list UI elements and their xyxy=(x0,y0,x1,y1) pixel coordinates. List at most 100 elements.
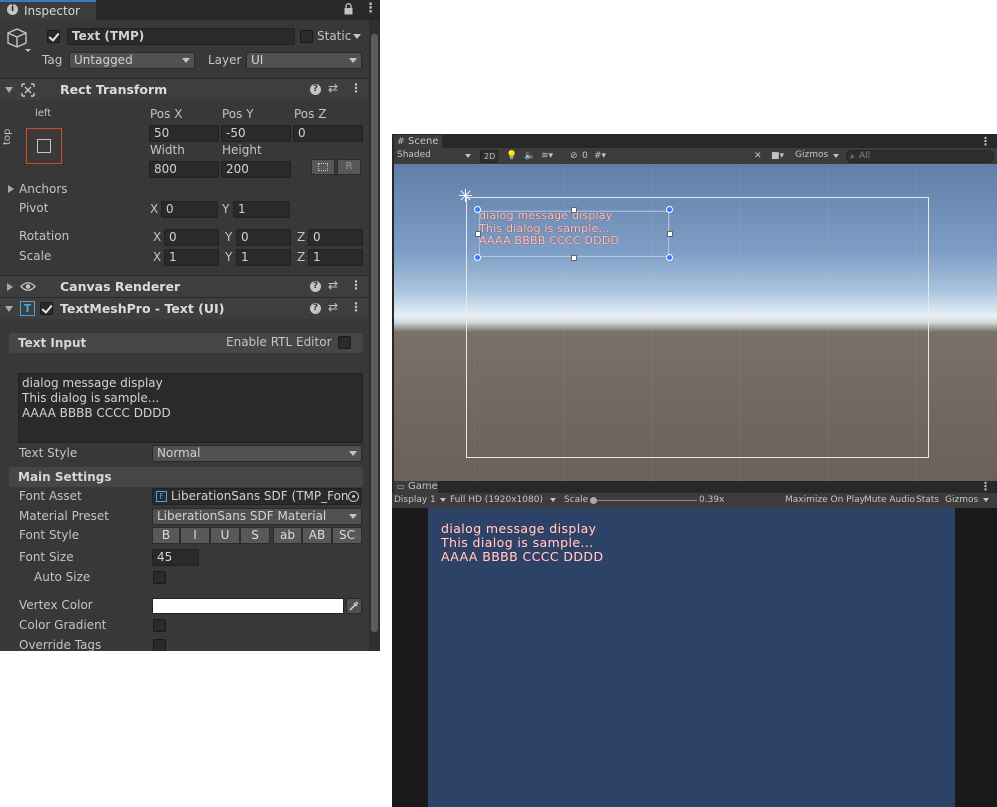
edge-handle[interactable] xyxy=(667,231,673,237)
stats-toggle[interactable]: Stats xyxy=(916,493,939,507)
more-menu-icon[interactable]: ⋮ xyxy=(350,81,362,95)
scale-y-field[interactable]: 1 xyxy=(236,249,291,266)
display-dropdown[interactable]: Display 1 xyxy=(394,493,446,507)
hidden-objects-icon[interactable]: ⊘ xyxy=(570,149,578,163)
pos-z-field[interactable]: 0 xyxy=(293,125,363,142)
camera-icon[interactable]: ■▾ xyxy=(771,149,784,163)
override-tags-checkbox[interactable] xyxy=(153,639,166,651)
bold-button[interactable]: B xyxy=(152,527,180,544)
pivot-x-field[interactable]: 0 xyxy=(161,201,218,218)
text-style-dropdown[interactable]: Normal xyxy=(152,445,362,462)
resolution-dropdown[interactable]: Full HD (1920x1080) xyxy=(450,493,556,507)
tmp-enabled-checkbox[interactable] xyxy=(40,302,53,315)
rect-transform-header[interactable]: Rect Transform ? ⇄ ⋮ xyxy=(0,78,368,100)
tools-icon[interactable]: ✕ xyxy=(754,149,762,163)
italic-button[interactable]: I xyxy=(180,527,210,544)
lowercase-button[interactable]: ab xyxy=(273,527,302,544)
grid-snap-icon[interactable]: #▾ xyxy=(594,149,606,163)
lighting-icon[interactable]: 💡 xyxy=(506,149,517,163)
maximize-on-play-toggle[interactable]: Maximize On Play xyxy=(785,493,865,507)
inspector-scrollbar-thumb[interactable] xyxy=(371,34,378,632)
object-name-field[interactable]: Text (TMP) xyxy=(67,28,295,45)
eye-icon xyxy=(20,281,36,295)
scene-gizmos-dropdown[interactable]: Gizmos xyxy=(792,150,842,163)
font-asset-field[interactable]: F LiberationSans SDF (TMP_Fon xyxy=(152,488,362,505)
effects-icon[interactable]: ≋▾ xyxy=(541,149,553,163)
presets-icon[interactable]: ⇄ xyxy=(328,278,338,292)
corner-handle[interactable] xyxy=(474,254,481,261)
object-picker-icon[interactable] xyxy=(348,491,359,502)
static-dropdown-icon[interactable] xyxy=(353,34,361,39)
more-menu-icon[interactable]: ⋮ xyxy=(350,300,362,314)
edge-handle[interactable] xyxy=(571,255,577,261)
scene-search-input[interactable]: ⌕ All xyxy=(846,150,994,163)
inspector-tab[interactable]: i Inspector xyxy=(0,0,96,20)
eyedropper-icon[interactable] xyxy=(346,598,362,614)
edge-handle[interactable] xyxy=(475,231,481,237)
width-label: Width xyxy=(150,143,185,157)
mute-audio-toggle[interactable]: Mute Audio xyxy=(864,493,915,507)
pivot-gizmo-icon[interactable]: ✳ xyxy=(458,188,473,206)
material-preset-dropdown[interactable]: LiberationSans SDF Material xyxy=(152,508,362,525)
more-menu-icon[interactable]: ⋮ xyxy=(980,135,991,148)
rtl-editor-checkbox[interactable] xyxy=(338,336,351,349)
chevron-down-icon xyxy=(349,451,357,456)
smallcaps-button[interactable]: SC xyxy=(332,527,362,544)
rotation-x-field[interactable]: 0 xyxy=(164,229,219,246)
textmeshpro-header[interactable]: T TextMeshPro - Text (UI) ? ⇄ ⋮ xyxy=(0,297,368,319)
lock-icon[interactable] xyxy=(344,3,353,15)
auto-size-checkbox[interactable] xyxy=(153,571,166,584)
help-icon[interactable]: ? xyxy=(310,303,321,314)
scale-slider-track[interactable] xyxy=(593,500,697,501)
scene-viewport[interactable]: ✳ dialog message display This dialog is … xyxy=(394,164,997,481)
color-gradient-checkbox[interactable] xyxy=(153,619,166,632)
more-menu-icon[interactable]: ⋮ xyxy=(350,278,362,292)
height-field[interactable]: 200 xyxy=(221,161,291,178)
anchors-label[interactable]: Anchors xyxy=(19,182,68,196)
game-gizmos-dropdown[interactable]: Gizmos xyxy=(945,493,995,507)
corner-handle[interactable] xyxy=(666,206,673,213)
scale-z-field[interactable]: 1 xyxy=(308,249,363,266)
pos-x-field[interactable]: 50 xyxy=(149,125,219,142)
game-tab[interactable]: ▭ Game xyxy=(394,481,438,493)
raw-edit-button[interactable]: R xyxy=(337,159,361,175)
vertex-color-swatch[interactable] xyxy=(152,598,344,614)
width-field[interactable]: 800 xyxy=(149,161,219,178)
presets-icon[interactable]: ⇄ xyxy=(328,300,338,314)
game-canvas[interactable]: dialog message display This dialog is sa… xyxy=(428,508,955,807)
strikethrough-button[interactable]: S xyxy=(240,527,270,544)
rotation-y-field[interactable]: 0 xyxy=(236,229,291,246)
edge-handle[interactable] xyxy=(571,207,577,213)
pivot-y-field[interactable]: 1 xyxy=(233,201,290,218)
text-input-area[interactable]: dialog message display This dialog is sa… xyxy=(18,373,363,443)
active-checkbox[interactable] xyxy=(47,30,60,43)
game-text-line: AAAA BBBB CCCC DDDD xyxy=(441,549,604,564)
corner-handle[interactable] xyxy=(666,254,673,261)
blueprint-mode-button[interactable] xyxy=(311,159,335,175)
anchor-preset-button[interactable] xyxy=(26,128,62,164)
presets-icon[interactable]: ⇄ xyxy=(328,81,338,95)
inspector-panel: i Inspector ⋮ Text (TMP) Static Tag Unta… xyxy=(0,0,380,651)
corner-handle[interactable] xyxy=(474,206,481,213)
font-size-field[interactable]: 45 xyxy=(152,549,199,566)
audio-icon[interactable]: 🔈 xyxy=(524,149,535,163)
scale-x-field[interactable]: 1 xyxy=(164,249,219,266)
underline-button[interactable]: U xyxy=(210,527,240,544)
text-input-line: AAAA BBBB CCCC DDDD xyxy=(22,406,171,420)
more-menu-icon[interactable]: ⋮ xyxy=(980,481,991,493)
layer-dropdown[interactable]: UI xyxy=(246,52,362,69)
2d-toggle-button[interactable]: 2D xyxy=(480,150,498,163)
tag-dropdown[interactable]: Untagged xyxy=(69,52,195,69)
rotation-z-field[interactable]: 0 xyxy=(308,229,363,246)
more-menu-icon[interactable]: ⋮ xyxy=(364,2,377,16)
shading-dropdown[interactable]: Shaded xyxy=(394,150,474,163)
pos-y-field[interactable]: -50 xyxy=(221,125,291,142)
scene-tab[interactable]: # Scene xyxy=(394,135,442,149)
canvas-renderer-header[interactable]: Canvas Renderer ? ⇄ ⋮ xyxy=(0,275,368,297)
static-checkbox[interactable] xyxy=(300,30,313,43)
anchors-foldout-icon[interactable] xyxy=(8,185,14,193)
scale-slider-thumb[interactable] xyxy=(590,497,597,504)
help-icon[interactable]: ? xyxy=(310,84,321,95)
uppercase-button[interactable]: AB xyxy=(302,527,332,544)
help-icon[interactable]: ? xyxy=(310,281,321,292)
